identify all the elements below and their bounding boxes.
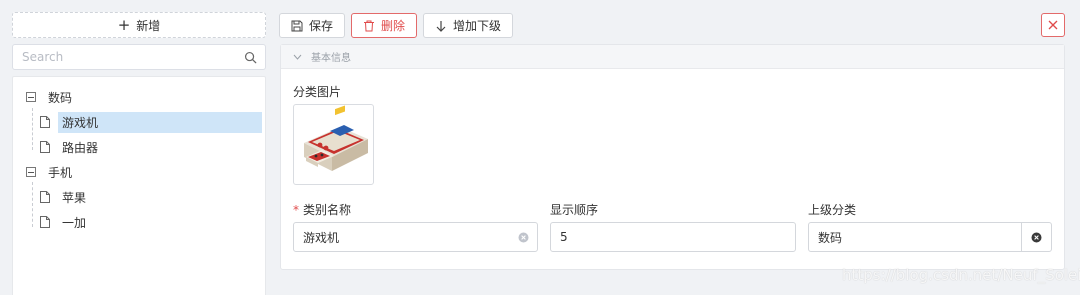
category-tree: 数码 游戏机 路由器 手机 苹果 一加 (12, 76, 266, 295)
basic-info-card: 基本信息 分类图片 * 类别名称 游戏机 显示顺序 5 上级分类 数码 (280, 44, 1065, 270)
category-image[interactable] (293, 104, 374, 185)
name-input[interactable] (294, 223, 518, 251)
search-box (12, 44, 266, 70)
save-label: 保存 (309, 19, 334, 33)
order-label: 显示顺序 (550, 203, 599, 217)
delete-label: 删除 (381, 19, 406, 33)
tree-node-label: 游戏机 (58, 111, 262, 133)
category-sidebar: + 新增 数码 游戏机 路由器 (12, 12, 268, 295)
tree-node-label: 手机 (48, 165, 73, 180)
parent-select[interactable] (808, 222, 1052, 252)
tree-node-label: 苹果 (62, 190, 87, 205)
minus-square-icon[interactable] (26, 92, 36, 102)
clear-icon[interactable] (518, 232, 529, 243)
tree-node-label: 路由器 (62, 140, 99, 155)
arrow-down-icon (436, 20, 446, 32)
delete-button[interactable]: 删除 (351, 13, 418, 38)
game-console-image (304, 105, 368, 171)
add-child-label: 增加下级 (453, 19, 502, 33)
add-category-button[interactable]: + 新增 (12, 12, 266, 38)
name-label: * 类别名称 (293, 201, 351, 218)
name-label-text: 类别名称 (303, 203, 352, 217)
required-marker: * (293, 203, 299, 217)
section-title: 基本信息 (311, 53, 351, 64)
chevron-down-icon (293, 54, 302, 60)
parent-label: 上级分类 (808, 203, 857, 217)
close-button[interactable] (1041, 13, 1065, 37)
parent-input[interactable] (809, 223, 1021, 251)
save-icon (291, 20, 303, 31)
parent-clear-button[interactable] (1021, 223, 1051, 251)
file-icon (40, 191, 50, 203)
file-icon (40, 141, 50, 153)
save-button[interactable]: 保存 (279, 13, 346, 38)
tree-node-digital[interactable]: 数码 (13, 87, 265, 107)
order-field (550, 222, 796, 252)
toolbar: 保存 删除 增加下级 (279, 13, 514, 38)
tree-node-apple[interactable]: 苹果 (13, 187, 265, 207)
image-label: 分类图片 (293, 85, 342, 99)
tree-node-label: 一加 (62, 215, 87, 230)
tree-node-phone[interactable]: 手机 (13, 162, 265, 182)
trash-icon (364, 20, 375, 31)
search-input[interactable] (13, 45, 265, 69)
search-icon[interactable] (244, 51, 257, 64)
tree-node-game-console[interactable]: 游戏机 (13, 111, 265, 133)
watermark: https://blog.csdn.net/Neuf_Soleil (842, 266, 1080, 284)
tree-node-oneplus[interactable]: 一加 (13, 212, 265, 232)
plus-icon: + (117, 15, 131, 34)
file-icon (40, 216, 50, 228)
close-icon (1048, 20, 1058, 30)
name-field (293, 222, 538, 252)
add-child-button[interactable]: 增加下级 (423, 13, 514, 38)
tree-node-router[interactable]: 路由器 (13, 137, 265, 157)
add-button-label: 新增 (136, 18, 161, 33)
order-input[interactable] (551, 223, 795, 251)
minus-square-icon[interactable] (26, 167, 36, 177)
clear-icon (1031, 232, 1042, 242)
basic-info-header[interactable]: 基本信息 (281, 45, 1064, 69)
file-icon (40, 116, 50, 128)
tree-node-label: 数码 (48, 90, 73, 105)
